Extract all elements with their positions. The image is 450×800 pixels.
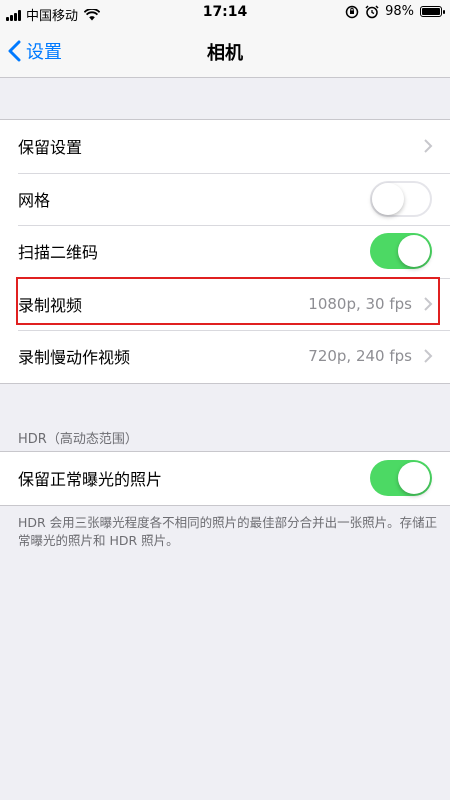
toggle-knob <box>398 462 430 495</box>
row-record-video[interactable]: 录制视频 1080p, 30 fps <box>0 277 450 331</box>
hdr-footer-note: HDR 会用三张曝光程度各不相同的照片的最佳部分合并出一张照片。存储正常曝光的照… <box>18 515 438 548</box>
row-record-slomo[interactable]: 录制慢动作视频 720p, 240 fps <box>0 330 450 383</box>
battery-fill <box>422 8 440 15</box>
chevron-right-icon <box>424 139 433 153</box>
camera-settings-group: 保留设置 网格 扫描二维码 录制视频 1080p, 30 fps 录制慢动作视频… <box>0 119 450 384</box>
toggle-knob <box>398 235 430 268</box>
row-label: 保留设置 <box>18 138 83 158</box>
battery-icon <box>420 6 445 17</box>
chevron-right-icon <box>424 349 433 363</box>
rotation-lock-icon <box>345 5 359 18</box>
row-label: 扫描二维码 <box>18 243 99 263</box>
hdr-group: 保留正常曝光的照片 <box>0 451 450 506</box>
scan-qr-toggle[interactable] <box>370 233 432 270</box>
nav-bar: 设置 相机 <box>0 26 450 78</box>
row-value: 720p, 240 fps <box>308 347 412 366</box>
grid-toggle[interactable] <box>370 180 432 217</box>
row-preserve-settings[interactable]: 保留设置 <box>0 120 450 173</box>
row-label: 网格 <box>18 190 51 210</box>
toggle-knob <box>372 182 404 215</box>
row-label: 录制慢动作视频 <box>18 348 131 368</box>
row-grid: 网格 <box>0 172 450 226</box>
page-title: 相机 <box>207 43 243 64</box>
battery-percent: 98% <box>385 4 414 19</box>
row-label: 录制视频 <box>18 295 83 315</box>
row-value: 1080p, 30 fps <box>308 294 412 313</box>
status-bar: 中国移动 17:14 98% <box>0 0 450 26</box>
status-right: 98% <box>345 4 445 19</box>
row-scan-qr: 扫描二维码 <box>0 225 450 278</box>
row-keep-normal-photo: 保留正常曝光的照片 <box>0 452 450 505</box>
alarm-icon <box>365 4 379 18</box>
keep-normal-photo-toggle[interactable] <box>370 460 432 497</box>
chevron-right-icon <box>424 297 433 311</box>
section-header-hdr: HDR（高动态范围） <box>18 432 138 447</box>
row-label: 保留正常曝光的照片 <box>18 470 163 490</box>
